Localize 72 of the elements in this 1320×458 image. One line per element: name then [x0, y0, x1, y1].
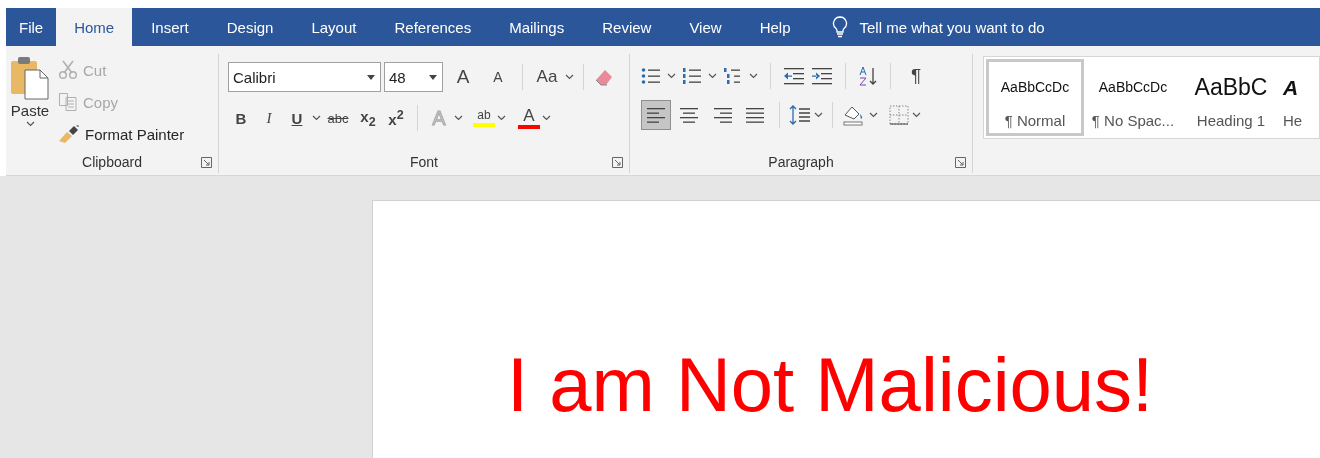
- bold-button[interactable]: B: [228, 104, 254, 132]
- paintbrush-icon: [58, 125, 80, 143]
- clipboard-icon: [10, 56, 50, 100]
- chevron-icon[interactable]: [312, 115, 321, 121]
- sort-icon[interactable]: [858, 66, 878, 86]
- eraser-icon[interactable]: [593, 67, 615, 87]
- shrink-font-button[interactable]: A: [483, 63, 513, 91]
- borders-icon[interactable]: [889, 105, 909, 125]
- align-left-button[interactable]: [641, 100, 671, 130]
- ribbon-tab[interactable]: Review: [583, 8, 671, 46]
- dropdown-arrow-icon[interactable]: [367, 74, 375, 80]
- grow-font-button[interactable]: A: [446, 63, 480, 91]
- align-left-icon: [646, 106, 666, 124]
- ribbon-tab[interactable]: Mailings: [490, 8, 584, 46]
- align-right-icon: [712, 106, 732, 124]
- style-item[interactable]: AaBbCcDc ¶ Normal: [986, 59, 1084, 136]
- chevron-icon[interactable]: [814, 112, 823, 118]
- lightbulb-icon[interactable]: [831, 16, 848, 38]
- italic-button[interactable]: I: [256, 104, 282, 132]
- change-case-button[interactable]: Aa: [532, 63, 562, 91]
- align-center-icon: [679, 106, 699, 124]
- font-color-button[interactable]: A: [518, 107, 540, 129]
- ribbon-tab[interactable]: Help: [740, 8, 810, 46]
- group-label: Font: [410, 154, 438, 170]
- format-painter-button[interactable]: Format Painter: [54, 118, 189, 150]
- shading-icon[interactable]: [842, 104, 866, 126]
- chevron-icon[interactable]: [454, 115, 463, 121]
- superscript-button[interactable]: x$^{2}$: [383, 104, 409, 132]
- dialog-launcher-icon[interactable]: [955, 157, 966, 168]
- ribbon-tab[interactable]: View: [670, 8, 741, 46]
- underline-button[interactable]: U: [284, 104, 310, 132]
- chevron-icon[interactable]: [497, 115, 506, 121]
- document-text: I am Not Malicious!: [507, 342, 1154, 427]
- ribbon-tab[interactable]: Home: [56, 8, 133, 46]
- ribbon-tab[interactable]: File: [6, 8, 57, 46]
- style-item[interactable]: AaBbCcDc ¶ No Spac...: [1084, 59, 1182, 136]
- ribbon-tab[interactable]: Insert: [132, 8, 208, 46]
- paste-button[interactable]: Paste: [6, 54, 54, 151]
- chevron-icon[interactable]: [708, 73, 717, 79]
- font-size-field[interactable]: 48: [384, 62, 443, 92]
- chevron-icon[interactable]: [749, 73, 758, 79]
- tell-me-search-field[interactable]: Tell me what you want to do: [859, 18, 1045, 36]
- ribbon-tab[interactable]: Design: [207, 8, 293, 46]
- dialog-launcher-icon[interactable]: [201, 157, 212, 168]
- style-item[interactable]: AaBbC Heading 1: [1182, 59, 1280, 136]
- chevron-icon[interactable]: [667, 73, 676, 79]
- strikethrough-button[interactable]: abc: [323, 104, 353, 132]
- font-name-field[interactable]: Calibri: [228, 62, 381, 92]
- chevron-icon[interactable]: [565, 74, 574, 80]
- dropdown-arrow-icon[interactable]: [429, 74, 437, 80]
- chevron-icon[interactable]: [869, 112, 878, 118]
- ribbon-tab[interactable]: Layout: [292, 8, 376, 46]
- copy-icon: [58, 92, 78, 112]
- chevron-icon[interactable]: [25, 121, 35, 127]
- increase-indent-icon[interactable]: [811, 67, 833, 85]
- multilevel-list-icon[interactable]: [723, 67, 743, 85]
- bullets-icon[interactable]: [641, 67, 661, 85]
- numbering-icon[interactable]: [682, 67, 702, 85]
- align-justify-icon: [745, 106, 765, 124]
- style-item[interactable]: A He: [1280, 59, 1319, 136]
- line-spacing-icon[interactable]: [789, 104, 811, 126]
- scissors-icon: [58, 60, 78, 80]
- show-formatting-button[interactable]: ¶: [903, 62, 929, 90]
- highlight-button[interactable]: ab: [473, 109, 495, 127]
- group-label: Clipboard: [82, 154, 142, 170]
- subscript-button[interactable]: x$_{2}$: [355, 104, 381, 132]
- dialog-launcher-icon[interactable]: [612, 157, 623, 168]
- ribbon-tab[interactable]: References: [375, 8, 491, 46]
- chevron-icon[interactable]: [542, 115, 551, 121]
- chevron-icon[interactable]: [912, 112, 921, 118]
- group-label: Paragraph: [768, 154, 834, 170]
- decrease-indent-icon[interactable]: [783, 67, 805, 85]
